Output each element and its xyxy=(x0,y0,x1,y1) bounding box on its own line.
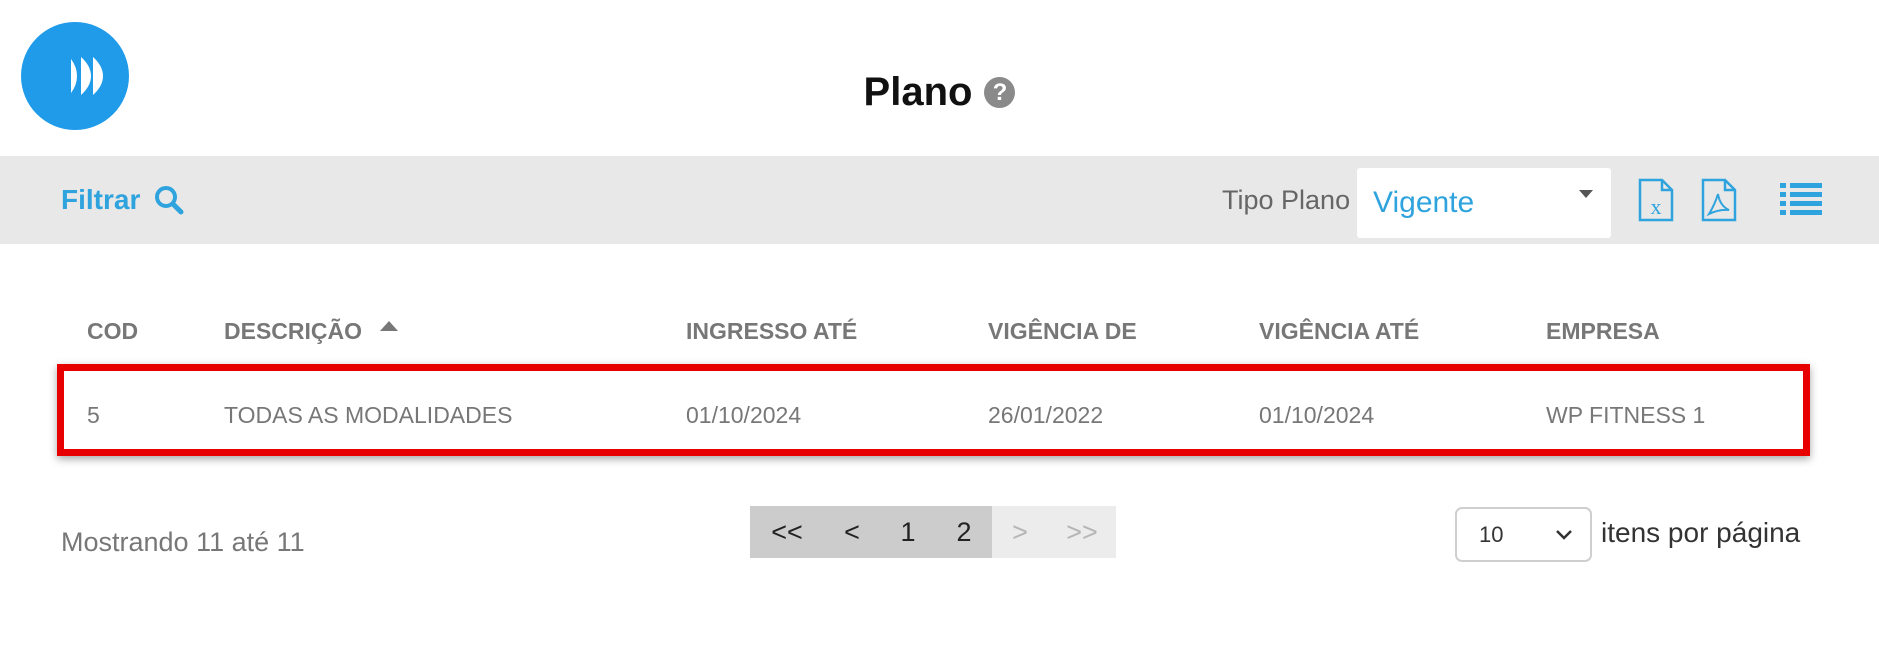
column-header-vigencia-de[interactable]: VIGÊNCIA DE xyxy=(988,318,1137,345)
search-icon xyxy=(155,186,184,215)
cell-vigencia-ate: 01/10/2024 xyxy=(1259,402,1375,428)
column-header-descricao[interactable]: DESCRIÇÃO xyxy=(224,318,399,345)
chevron-down-icon xyxy=(1556,530,1572,540)
filter-button[interactable]: Filtrar xyxy=(61,156,184,244)
caret-down-icon xyxy=(1579,190,1593,198)
page-1-button[interactable]: 1 xyxy=(880,506,936,558)
column-header-vigencia-ate[interactable]: VIGÊNCIA ATÉ xyxy=(1259,318,1419,345)
items-per-page-value: 10 xyxy=(1479,521,1504,547)
page-title-bar: Plano ? xyxy=(0,70,1879,115)
page-prev-button[interactable]: < xyxy=(824,506,880,558)
items-per-page-label: itens por página xyxy=(1601,517,1801,548)
page-2-button[interactable]: 2 xyxy=(936,506,992,558)
page-last-button[interactable]: >> xyxy=(1048,506,1116,558)
column-header-ingresso-ate[interactable]: INGRESSO ATÉ xyxy=(686,318,857,345)
items-per-page-select[interactable]: 10 xyxy=(1455,507,1592,562)
column-header-cod[interactable]: COD xyxy=(87,318,138,345)
column-header-empresa[interactable]: EMPRESA xyxy=(1546,318,1660,345)
pagination: << < 1 2 > >> xyxy=(750,506,1116,558)
tipo-plano-label: Tipo Plano xyxy=(1222,184,1351,215)
help-icon[interactable]: ? xyxy=(984,77,1016,108)
page-next-button[interactable]: > xyxy=(992,506,1048,558)
sort-ascending-icon xyxy=(380,321,399,331)
filter-label: Filtrar xyxy=(61,184,141,215)
page-first-button[interactable]: << xyxy=(750,506,824,558)
page-title: Plano xyxy=(863,70,973,114)
showing-text: Mostrando 11 até 11 xyxy=(61,527,305,557)
toolbar: Filtrar Tipo Plano Vigente x xyxy=(0,156,1879,244)
cell-cod: 5 xyxy=(87,402,100,428)
column-header-label: DESCRIÇÃO xyxy=(224,318,363,344)
cell-ingresso-ate: 01/10/2024 xyxy=(686,402,802,428)
pdf-export-icon[interactable] xyxy=(1701,178,1737,222)
cell-empresa: WP FITNESS 1 xyxy=(1546,402,1706,428)
svg-text:x: x xyxy=(1651,194,1662,219)
excel-export-icon[interactable]: x xyxy=(1638,178,1674,222)
cell-descricao: TODAS AS MODALIDADES xyxy=(224,402,513,428)
cell-vigencia-de: 26/01/2022 xyxy=(988,402,1104,428)
list-view-icon[interactable] xyxy=(1780,181,1822,217)
tipo-plano-select[interactable]: Vigente xyxy=(1357,168,1611,238)
tipo-plano-value: Vigente xyxy=(1373,186,1475,219)
